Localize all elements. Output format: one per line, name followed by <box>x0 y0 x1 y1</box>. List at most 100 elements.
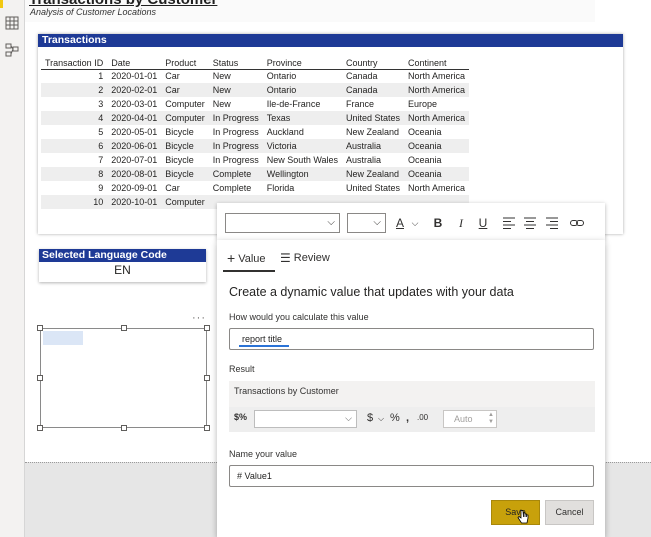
resize-handle[interactable] <box>204 375 210 381</box>
table-cell: New Zealand <box>346 127 400 137</box>
align-center-icon[interactable] <box>522 215 538 231</box>
table-cell: North America <box>404 111 470 125</box>
table-cell: In Progress <box>212 155 259 165</box>
calc-input[interactable]: report title <box>229 328 594 350</box>
underline-button[interactable]: U <box>475 215 491 231</box>
table-cell: Car <box>165 71 180 82</box>
chevron-down-icon[interactable]: ⌵ <box>407 215 423 231</box>
table-cell: 6 <box>41 139 108 153</box>
report-subtitle: Analysis of Customer Locations <box>30 7 157 17</box>
text-box-visual[interactable] <box>37 325 210 431</box>
table-cell: 2020-07-01 <box>111 155 158 165</box>
comma-style-icon[interactable]: , <box>406 412 409 424</box>
spinner-icon[interactable]: ▲ ▼ <box>488 412 494 426</box>
format-type-icon[interactable]: $% <box>234 412 247 422</box>
chevron-down-icon[interactable]: ⌵ <box>378 414 384 424</box>
table-cell: Ontario <box>266 71 297 82</box>
table-cell: Computer <box>165 99 205 109</box>
table-cell: 2020-01-01 <box>111 71 158 82</box>
table-cell: 4 <box>41 111 108 125</box>
table-cell: Canada <box>342 83 405 97</box>
more-options-icon[interactable]: ··· <box>192 312 206 324</box>
table-row[interactable]: 9 2020-09-01 Car Complete Florida United Stat… <box>41 181 469 195</box>
table-row[interactable]: 4 2020-04-01 Computer In Progress Texas Unite… <box>41 111 470 125</box>
tab-review[interactable]: ☰ Review <box>280 248 330 268</box>
table-cell: North America <box>408 183 466 193</box>
table-row[interactable]: 6 2020-06-01 Bicycle In Progress Victoria Aus… <box>41 139 470 153</box>
table-cell: Bicycle <box>165 127 194 137</box>
transactions-table: Transaction ID Date Product Status Provi… <box>41 53 470 209</box>
resize-handle[interactable] <box>204 425 210 431</box>
column-header[interactable]: Status <box>208 53 263 70</box>
table-row[interactable]: 1 2020-01-01 Car New Ontario Canada North Amer… <box>41 69 469 83</box>
column-header[interactable]: Transaction ID <box>41 53 108 70</box>
font-size-dropdown[interactable]: ⌵ <box>347 213 386 233</box>
tab-value[interactable]: + Value <box>227 248 266 268</box>
link-icon[interactable] <box>569 215 585 231</box>
resize-handle[interactable] <box>37 375 43 381</box>
table-row[interactable]: 8 2020-08-01 Bicycle Complete Wellington New … <box>41 167 470 181</box>
italic-button[interactable]: I <box>453 215 469 231</box>
resize-handle[interactable] <box>37 325 43 331</box>
result-box: Transactions by Customer $% ⌵ $ ⌵ % , .0… <box>229 381 595 432</box>
resize-handle[interactable] <box>37 425 43 431</box>
resize-handle[interactable] <box>121 325 127 331</box>
column-header[interactable]: Country <box>342 53 405 70</box>
table-cell: Australia <box>342 139 405 153</box>
chevron-down-icon: ⌵ <box>327 217 335 228</box>
decimal-count-value: Auto <box>454 414 473 424</box>
resize-handle[interactable] <box>121 425 127 431</box>
name-input[interactable]: # Value1 <box>229 465 594 487</box>
language-card-value: EN <box>114 263 131 277</box>
currency-format-icon[interactable]: $ <box>367 412 373 424</box>
active-tab-underline <box>223 270 275 272</box>
table-cell: 2020-09-01 <box>111 183 158 193</box>
table-cell: Texas <box>262 111 342 125</box>
table-cell: 2020-04-01 <box>107 111 162 125</box>
title-band: Transactions by Customer Analysis of Cus… <box>25 0 595 22</box>
table-cell: Victoria <box>262 139 342 153</box>
format-dropdown[interactable]: ⌵ <box>254 410 357 428</box>
plus-icon: + <box>227 250 236 266</box>
table-row[interactable]: 3 2020-03-01 Computer New Ile-de-France Franc… <box>41 97 469 111</box>
dynamic-value-panel: + Value ☰ Review Create a dynamic value th… <box>217 240 605 537</box>
table-cell: Oceania <box>404 167 470 181</box>
table-cell: Florida <box>266 183 295 193</box>
column-header[interactable]: Date <box>107 53 162 70</box>
font-family-dropdown[interactable]: ⌵ <box>225 213 340 233</box>
table-cell: Ile-de-France <box>266 99 321 109</box>
table-cell: Oceania <box>408 155 442 165</box>
table-cell: Computer <box>161 111 209 125</box>
language-code-card[interactable]: Selected Language Code EN <box>39 249 206 282</box>
cancel-button[interactable]: Cancel <box>545 500 594 525</box>
resize-handle[interactable] <box>204 325 210 331</box>
table-row[interactable]: 2 2020-02-01 Car New Ontario Canada North Amer… <box>41 83 470 97</box>
table-cell: Bicycle <box>161 167 209 181</box>
decimal-places-icon[interactable]: .00 <box>417 413 428 422</box>
table-cell: Oceania <box>408 127 442 137</box>
align-left-icon[interactable] <box>501 215 517 231</box>
font-color-button[interactable]: A <box>392 215 408 231</box>
table-row[interactable]: 7 2020-07-01 Bicycle In Progress New South W… <box>41 153 469 167</box>
column-header[interactable]: Continent <box>404 53 470 70</box>
table-row[interactable]: 5 2020-05-01 Bicycle In Progress Auckland New… <box>41 125 469 139</box>
table-cell: North America <box>408 71 466 82</box>
percent-format-icon[interactable]: % <box>390 412 400 424</box>
list-icon: ☰ <box>280 251 291 265</box>
decimal-count-input[interactable]: Auto ▲ ▼ <box>443 410 497 428</box>
align-right-icon[interactable] <box>544 215 560 231</box>
table-view-icon[interactable] <box>5 16 19 30</box>
name-label: Name your value <box>229 449 298 459</box>
table-cell: 2020-03-01 <box>111 99 158 109</box>
table-cell: 9 <box>98 183 104 193</box>
bold-button[interactable]: B <box>430 215 446 231</box>
column-header[interactable]: Province <box>262 53 342 70</box>
table-cell: Canada <box>346 71 378 82</box>
table-cell: New Zealand <box>342 167 405 181</box>
column-header[interactable]: Product <box>161 53 209 70</box>
table-cell: In Progress <box>212 127 259 137</box>
model-view-icon[interactable] <box>5 43 19 57</box>
table-cell: In Progress <box>208 111 263 125</box>
table-cell: 2020-10-01 <box>107 195 162 209</box>
table-cell: 8 <box>41 167 108 181</box>
